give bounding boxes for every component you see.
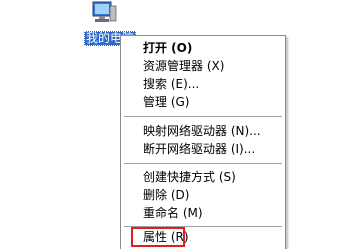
menu-separator (124, 116, 282, 117)
menu-item-explorer[interactable]: 资源管理器 (X) (143, 58, 224, 75)
properties-highlight-box (131, 227, 185, 247)
computer-icon[interactable] (90, 0, 118, 26)
menu-separator (124, 163, 282, 164)
menu-item-manage[interactable]: 管理 (G) (143, 94, 189, 111)
menu-item-search[interactable]: 搜索 (E)... (143, 76, 199, 93)
desktop: 我的电脑 打开 (O) 资源管理器 (X) 搜索 (E)... 管理 (G) 映… (0, 0, 344, 249)
menu-item-rename[interactable]: 重命名 (M) (143, 205, 203, 222)
menu-item-disconnect-network-drive[interactable]: 断开网络驱动器 (I)... (143, 141, 255, 158)
menu-item-open[interactable]: 打开 (O) (143, 40, 192, 57)
menu-item-create-shortcut[interactable]: 创建快捷方式 (S) (143, 169, 236, 186)
context-menu: 打开 (O) 资源管理器 (X) 搜索 (E)... 管理 (G) 映射网络驱动… (120, 35, 286, 249)
menu-item-map-network-drive[interactable]: 映射网络驱动器 (N)... (143, 123, 261, 140)
menu-item-delete[interactable]: 删除 (D) (143, 187, 189, 204)
